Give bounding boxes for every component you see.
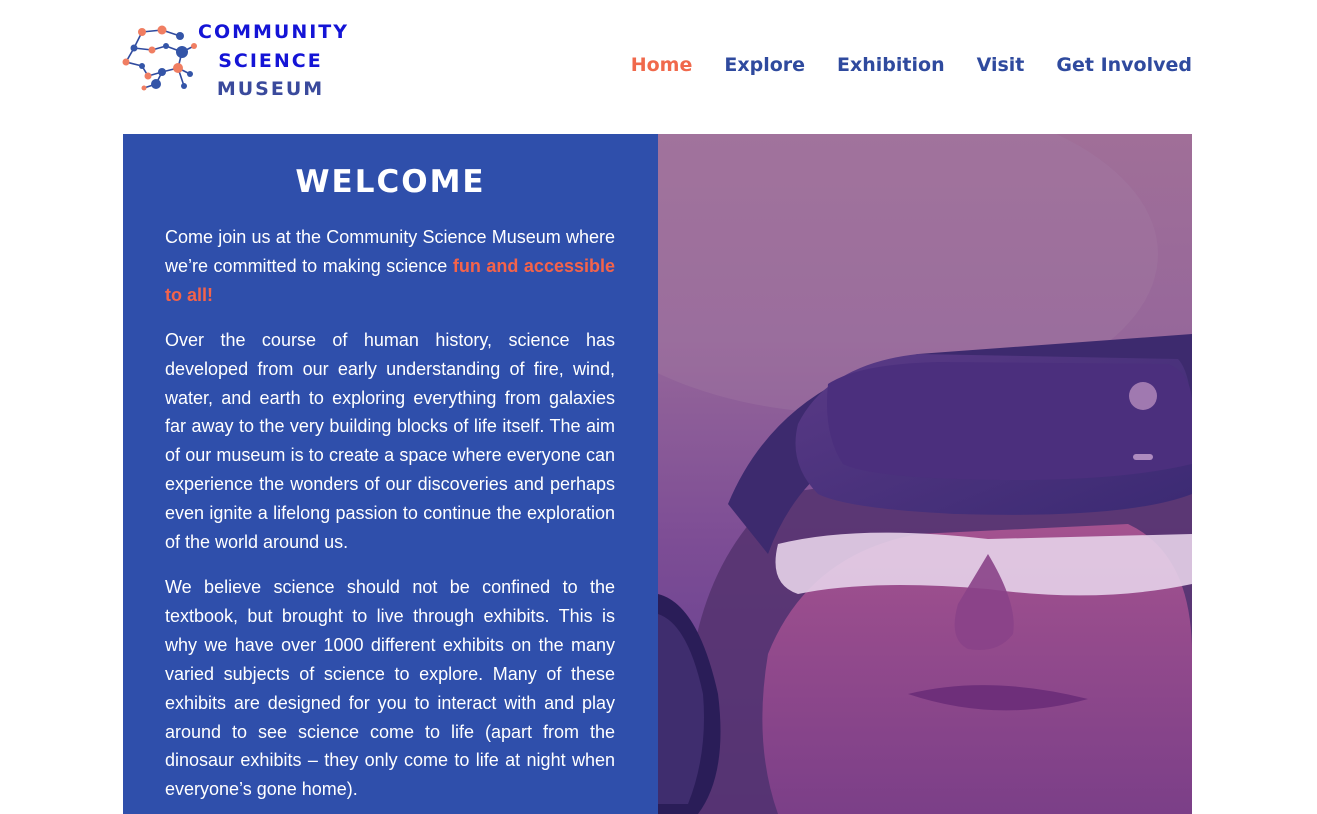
logo-line-3: MUSEUM bbox=[216, 78, 325, 100]
main-navigation: Home Explore Exhibition Visit Get Involv… bbox=[631, 54, 1192, 76]
logo-line-2: SCIENCE bbox=[218, 49, 323, 72]
welcome-paragraph-3: We believe science should not be confine… bbox=[165, 576, 615, 800]
vr-headset-illustration bbox=[658, 134, 1192, 814]
nav-get-involved[interactable]: Get Involved bbox=[1056, 54, 1192, 76]
nav-explore[interactable]: Explore bbox=[724, 54, 805, 76]
logo-wordmark: COMMUNITY SCIENCE MUSEUM bbox=[198, 18, 350, 104]
welcome-hero: WELCOME Come join us at the Community Sc… bbox=[123, 134, 1192, 814]
welcome-paragraph-2: Over the course of human history, scienc… bbox=[165, 329, 615, 553]
molecule-logo-icon bbox=[122, 25, 197, 91]
logo-line-1: COMMUNITY bbox=[198, 21, 350, 43]
site-header: COMMUNITY SCIENCE MUSEUM Home Explore Ex… bbox=[0, 0, 1317, 134]
site-logo[interactable]: COMMUNITY SCIENCE MUSEUM bbox=[122, 18, 352, 100]
vr-headset-photo bbox=[658, 134, 1192, 814]
nav-visit[interactable]: Visit bbox=[977, 54, 1025, 76]
welcome-panel: WELCOME Come join us at the Community Sc… bbox=[123, 134, 658, 814]
nav-exhibition[interactable]: Exhibition bbox=[837, 54, 945, 76]
nav-home[interactable]: Home bbox=[631, 54, 693, 76]
welcome-copy: Come join us at the Community Science Mu… bbox=[165, 223, 615, 814]
welcome-title: WELCOME bbox=[295, 164, 486, 200]
welcome-paragraph-1: Come join us at the Community Science Mu… bbox=[165, 223, 615, 310]
